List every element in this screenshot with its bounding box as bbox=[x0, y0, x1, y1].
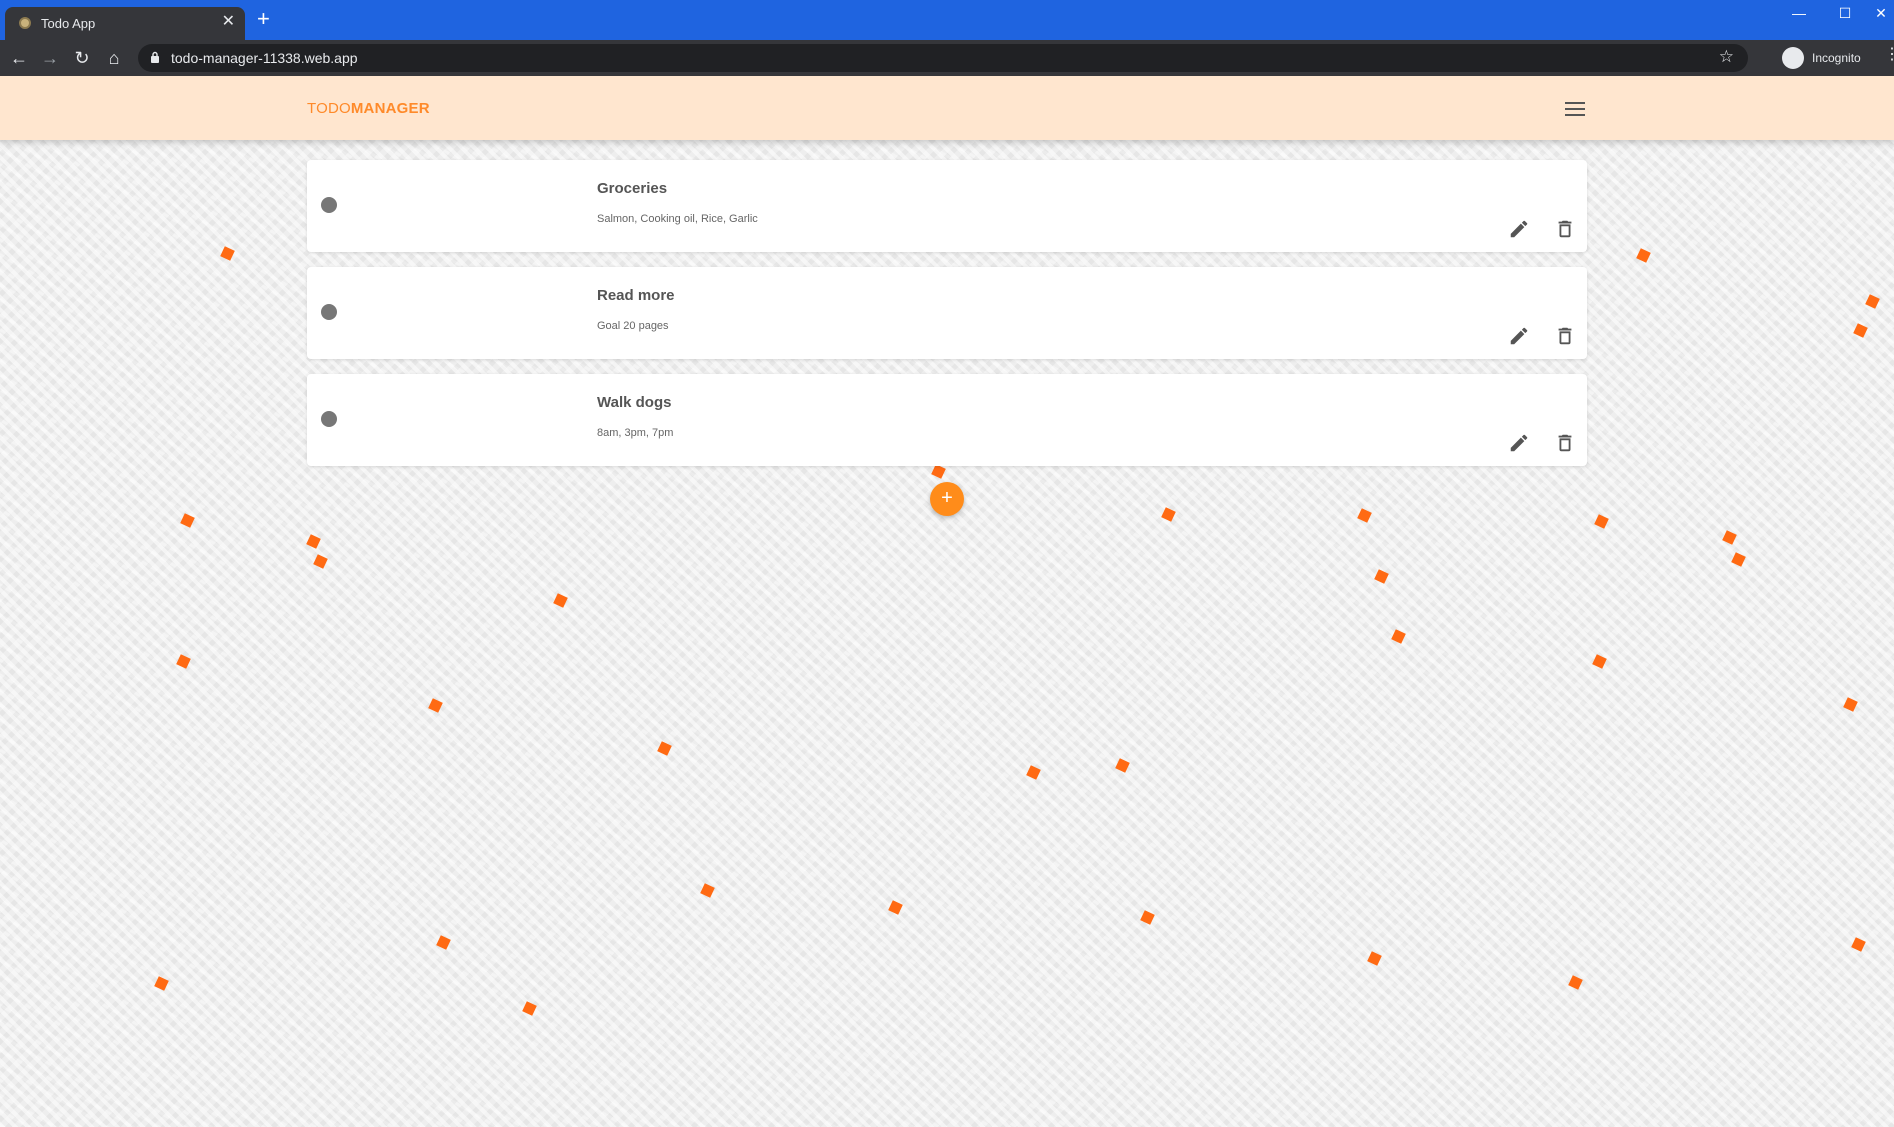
confetti-square bbox=[154, 976, 169, 991]
todo-description: 8am, 3pm, 7pm bbox=[597, 427, 674, 439]
confetti-square bbox=[1592, 654, 1607, 669]
delete-trash-icon[interactable] bbox=[1554, 325, 1576, 347]
confetti-square bbox=[1357, 508, 1372, 523]
browser-menu-icon[interactable]: ⋮ bbox=[1884, 44, 1894, 64]
home-icon[interactable]: ⌂ bbox=[102, 46, 126, 70]
confetti-square bbox=[436, 935, 451, 950]
delete-trash-icon[interactable] bbox=[1554, 432, 1576, 454]
brand-logo-bold: MANAGER bbox=[350, 100, 430, 117]
reload-icon[interactable]: ↻ bbox=[70, 46, 94, 70]
confetti-square bbox=[428, 698, 443, 713]
new-tab-button[interactable]: + bbox=[257, 8, 270, 30]
incognito-badge[interactable]: Incognito bbox=[1782, 44, 1868, 72]
edit-pencil-icon[interactable] bbox=[1508, 432, 1530, 454]
favicon-icon bbox=[19, 17, 31, 29]
confetti-square bbox=[1140, 910, 1155, 925]
lock-icon bbox=[151, 51, 159, 63]
todo-description: Goal 20 pages bbox=[597, 320, 669, 332]
browser-tab[interactable]: Todo App ✕ bbox=[5, 7, 245, 40]
todo-complete-toggle[interactable] bbox=[321, 304, 337, 320]
browser-toolbar: ← → ↻ ⌂ todo-manager-11338.web.app ☆ Inc… bbox=[0, 40, 1894, 76]
browser-tab-bar: Todo App ✕ + — ☐ ✕ bbox=[0, 0, 1894, 40]
confetti-square bbox=[176, 654, 191, 669]
todo-description: Salmon, Cooking oil, Rice, Garlic bbox=[597, 213, 758, 225]
close-window-button[interactable]: ✕ bbox=[1868, 2, 1894, 28]
brand-logo[interactable]: TODOMANAGER bbox=[307, 100, 430, 117]
todo-title: Groceries bbox=[597, 180, 668, 197]
page-viewport: TODOMANAGER Groceries Salmon, Cooking oi… bbox=[0, 76, 1894, 1127]
tab-title: Todo App bbox=[41, 16, 96, 31]
todo-complete-toggle[interactable] bbox=[321, 197, 337, 213]
todo-title: Walk dogs bbox=[597, 394, 672, 411]
todo-card: Groceries Salmon, Cooking oil, Rice, Gar… bbox=[307, 160, 1587, 252]
confetti-square bbox=[1853, 323, 1868, 338]
confetti-square bbox=[1568, 975, 1583, 990]
todo-title: Read more bbox=[597, 287, 675, 304]
brand-logo-light: TODO bbox=[307, 100, 351, 117]
confetti-square bbox=[220, 246, 235, 261]
address-bar[interactable]: todo-manager-11338.web.app ☆ bbox=[138, 44, 1748, 72]
delete-trash-icon[interactable] bbox=[1554, 218, 1576, 240]
hamburger-menu-icon[interactable] bbox=[1565, 101, 1585, 117]
maximize-window-button[interactable]: ☐ bbox=[1822, 2, 1868, 28]
confetti-square bbox=[1374, 569, 1389, 584]
confetti-square bbox=[1843, 697, 1858, 712]
confetti-square bbox=[657, 741, 672, 756]
confetti-square bbox=[1731, 552, 1746, 567]
confetti-square bbox=[313, 554, 328, 569]
edit-pencil-icon[interactable] bbox=[1508, 218, 1530, 240]
add-todo-button[interactable]: + bbox=[930, 482, 964, 516]
close-tab-icon[interactable]: ✕ bbox=[222, 14, 235, 30]
todo-card: Walk dogs 8am, 3pm, 7pm bbox=[307, 374, 1587, 466]
back-arrow-icon[interactable]: ← bbox=[7, 46, 31, 70]
confetti-square bbox=[1367, 951, 1382, 966]
confetti-square bbox=[1026, 765, 1041, 780]
confetti-square bbox=[1391, 629, 1406, 644]
confetti-square bbox=[1161, 507, 1176, 522]
app-header: TODOMANAGER bbox=[0, 76, 1894, 140]
url-text: todo-manager-11338.web.app bbox=[171, 50, 358, 66]
confetti-square bbox=[1865, 294, 1880, 309]
incognito-icon bbox=[1782, 47, 1804, 69]
confetti-square bbox=[180, 513, 195, 528]
confetti-square bbox=[553, 593, 568, 608]
forward-arrow-icon[interactable]: → bbox=[38, 46, 62, 70]
confetti-square bbox=[1594, 514, 1609, 529]
confetti-square bbox=[888, 900, 903, 915]
incognito-label: Incognito bbox=[1812, 51, 1861, 65]
minimize-window-button[interactable]: — bbox=[1776, 2, 1822, 28]
confetti-square bbox=[1636, 248, 1651, 263]
confetti-square bbox=[1851, 937, 1866, 952]
confetti-square bbox=[700, 883, 715, 898]
todo-list: Groceries Salmon, Cooking oil, Rice, Gar… bbox=[307, 160, 1587, 481]
confetti-square bbox=[1115, 758, 1130, 773]
bookmark-star-icon[interactable]: ☆ bbox=[1719, 47, 1734, 67]
todo-card: Read more Goal 20 pages bbox=[307, 267, 1587, 359]
edit-pencil-icon[interactable] bbox=[1508, 325, 1530, 347]
confetti-square bbox=[306, 534, 321, 549]
confetti-square bbox=[522, 1001, 537, 1016]
confetti-square bbox=[1722, 530, 1737, 545]
todo-complete-toggle[interactable] bbox=[321, 411, 337, 427]
